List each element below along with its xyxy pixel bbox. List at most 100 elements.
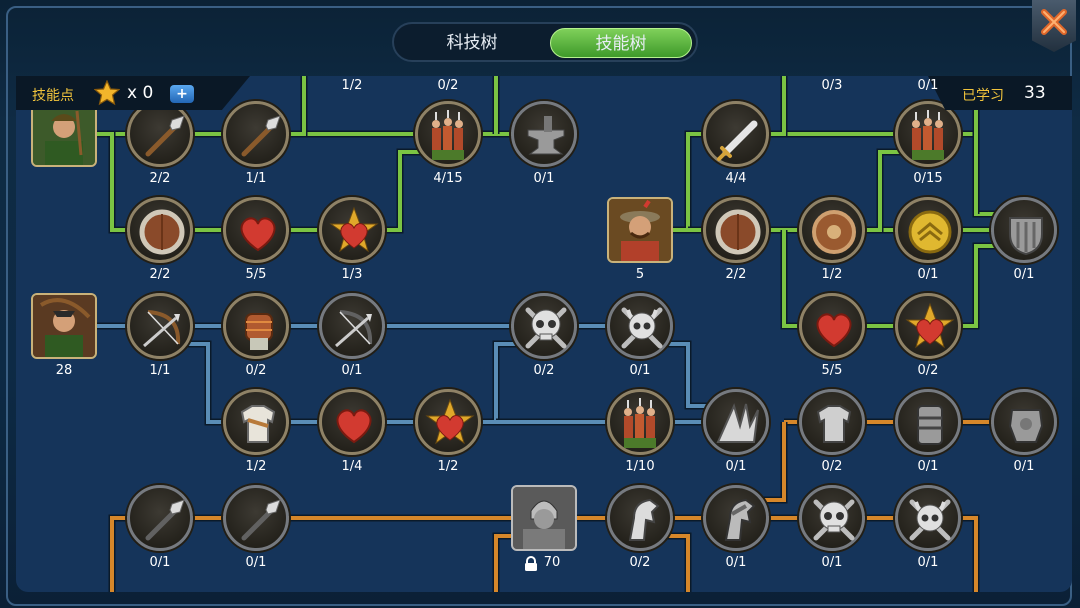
hero-bowman-level: 28	[55, 363, 73, 378]
spear-icon	[145, 499, 185, 541]
skill-node-g-troops1[interactable]	[415, 101, 481, 167]
skill-node-b-heartstar3[interactable]	[415, 389, 481, 455]
skill-node-o-armor1[interactable]	[799, 389, 865, 455]
skill-level-b-spikes: 0/1	[725, 459, 747, 474]
round-shield-icon	[812, 210, 856, 254]
skill-level-b-skull2: 0/1	[629, 363, 651, 378]
horse-icon	[628, 498, 660, 541]
hunter-portrait	[33, 103, 95, 165]
skill-points-value: x 0	[127, 83, 154, 103]
heart-icon	[240, 217, 276, 252]
skill-level-o-armor3: 0/1	[1013, 459, 1035, 474]
skill-node-o-armor2[interactable]	[895, 389, 961, 455]
skill-node-b-skull2[interactable]	[607, 293, 673, 359]
skill-node-r-sword[interactable]	[703, 101, 769, 167]
skill-node-r-heartstar2[interactable]	[895, 293, 961, 359]
skill-level-g-shield1: 2/2	[149, 267, 171, 282]
skill-node-r-fortress[interactable]	[991, 197, 1057, 263]
close-icon	[1041, 9, 1067, 35]
skill-node-g-heartstar1[interactable]	[319, 197, 385, 263]
star-heart-icon	[425, 398, 475, 445]
learned-label: 已学习	[962, 88, 1004, 104]
skill-level-b-troops3: 1/10	[625, 459, 655, 474]
skill-level-r-shield2: 2/2	[725, 267, 747, 282]
skill-level-o-horse1: 0/2	[629, 555, 651, 570]
hero-soldier[interactable]	[607, 197, 673, 263]
armored-horse-icon	[724, 498, 756, 541]
skill-node-o-skull4[interactable]	[895, 485, 961, 551]
skill-node-b-heart3[interactable]	[319, 389, 385, 455]
skill-level-o-skull3: 0/1	[821, 555, 843, 570]
add-skill-points-button[interactable]: +	[170, 85, 194, 103]
skill-node-b-fist[interactable]	[223, 293, 289, 359]
troops-icon	[432, 110, 464, 160]
skill-level-g-heartstar1: 1/3	[341, 267, 363, 282]
connection-outline	[160, 340, 448, 426]
skill-node-r-troops2[interactable]	[895, 101, 961, 167]
skill-node-b-troops3[interactable]	[607, 389, 673, 455]
skill-node-g-shield1[interactable]	[127, 197, 193, 263]
light-armor-icon	[240, 405, 276, 443]
spikes-icon	[716, 403, 759, 443]
top-count-2: 0/2	[437, 78, 459, 93]
hero-knight[interactable]	[511, 485, 577, 551]
heart-icon	[816, 313, 852, 348]
anvil-icon	[527, 116, 565, 155]
skill-level-b-heartstar3: 1/2	[437, 459, 459, 474]
soldier-portrait	[609, 199, 671, 261]
skill-node-g-heart1[interactable]	[223, 197, 289, 263]
skill-tree-panel[interactable]: 2/2 1/1 4/15 0/1 2/2 5/5 1/3 4/4 0/15 2/2 1/2 0/1 0/…	[16, 76, 1072, 592]
spear-icon	[241, 499, 281, 541]
skill-node-b-bow[interactable]	[127, 293, 193, 359]
skill-node-o-skull3[interactable]	[799, 485, 865, 551]
skill-level-b-armor: 1/2	[245, 459, 267, 474]
fist-icon	[245, 313, 273, 350]
top-count-1: 1/2	[341, 78, 363, 93]
skill-node-b-skull1[interactable]	[511, 293, 577, 359]
tab-skill-tree[interactable]: 技能树	[550, 28, 692, 58]
skill-node-r-heart2[interactable]	[799, 293, 865, 359]
skill-level-r-sword: 4/4	[725, 171, 747, 186]
skill-level-b-heart3: 1/4	[341, 459, 363, 474]
troops-icon	[912, 110, 944, 160]
spear-icon	[241, 115, 281, 157]
hero-bowman[interactable]	[31, 293, 97, 359]
skill-level-r-heartstar2: 0/2	[917, 363, 939, 378]
skill-node-o-horse1[interactable]	[607, 485, 673, 551]
skill-node-g-spear1[interactable]	[127, 101, 193, 167]
skill-node-g-anvil[interactable]	[511, 101, 577, 167]
fortress-shield-icon	[1009, 217, 1043, 256]
skill-node-b-spikes[interactable]	[703, 389, 769, 455]
connection-outline	[640, 130, 928, 234]
skill-level-r-fortress: 0/1	[1013, 267, 1035, 282]
skill-level-b-bow2: 0/1	[341, 363, 363, 378]
skill-node-o-armor3[interactable]	[991, 389, 1057, 455]
star-heart-icon	[329, 206, 379, 253]
skill-level-g-spear2: 1/1	[245, 171, 267, 186]
skill-level-o-skull4: 0/1	[917, 555, 939, 570]
skill-node-r-goldshield[interactable]	[895, 197, 961, 263]
top-count-3: 0/3	[821, 78, 843, 93]
tab-tech-tree[interactable]: 科技树	[400, 28, 544, 58]
skill-node-o-spear2[interactable]	[223, 485, 289, 551]
skill-node-o-spear1[interactable]	[127, 485, 193, 551]
skill-node-b-armor[interactable]	[223, 389, 289, 455]
bow-icon	[335, 310, 373, 348]
skill-node-r-shield2[interactable]	[703, 197, 769, 263]
skill-points-label: 技能点	[32, 88, 74, 104]
skill-node-g-spear2[interactable]	[223, 101, 289, 167]
skill-node-r-shield3[interactable]	[799, 197, 865, 263]
skill-level-g-heart1: 5/5	[245, 267, 267, 282]
skill-level-b-fist: 0/2	[245, 363, 267, 378]
horned-skull-icon	[621, 307, 663, 349]
hero-soldier-level: 5	[635, 267, 645, 282]
hero-archer[interactable]	[31, 101, 97, 167]
connection-outline	[64, 130, 352, 234]
bow-icon	[143, 310, 181, 348]
skill-node-o-horse2[interactable]	[703, 485, 769, 551]
skill-node-b-bow2[interactable]	[319, 293, 385, 359]
skill-level-r-troops2: 0/15	[913, 171, 943, 186]
bowman-portrait	[33, 295, 95, 357]
sword-icon	[717, 120, 758, 161]
star-heart-icon	[905, 302, 955, 349]
